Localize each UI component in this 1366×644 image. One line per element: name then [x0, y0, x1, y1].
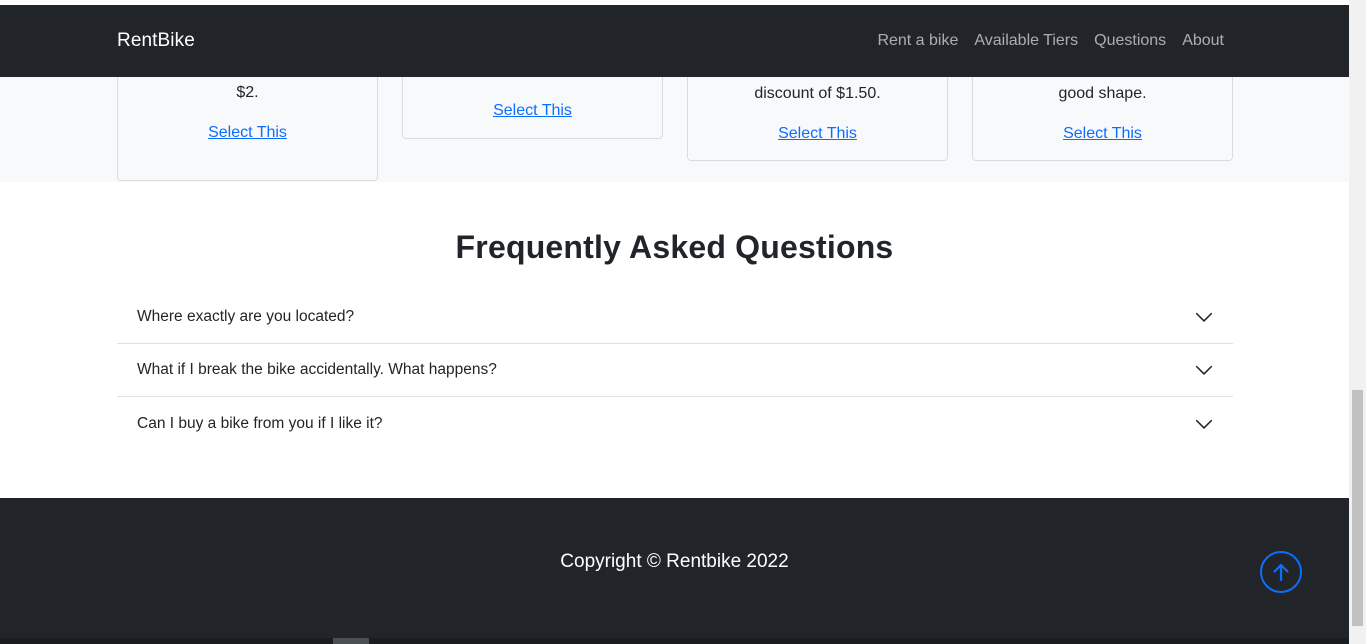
vertical-scrollbar-thumb[interactable]: [1352, 390, 1363, 626]
select-tier-link[interactable]: Select This: [778, 122, 857, 146]
horizontal-scrollbar[interactable]: [0, 638, 1349, 644]
nav-link-rent-a-bike[interactable]: Rent a bike: [877, 32, 958, 50]
nav-links: Rent a bike Available Tiers Questions Ab…: [877, 32, 1224, 50]
select-tier-link[interactable]: Select This: [1063, 122, 1142, 146]
select-tier-link[interactable]: Select This: [493, 99, 572, 123]
nav-link-questions[interactable]: Questions: [1094, 32, 1166, 50]
vertical-scrollbar[interactable]: [1349, 0, 1366, 644]
navbar: RentBike Rent a bike Available Tiers Que…: [0, 5, 1349, 77]
tiers-section: hours and you get a discount of $2. Sele…: [0, 57, 1349, 182]
tier-card-text: $2.: [236, 84, 259, 101]
tier-card-text: good shape.: [1058, 85, 1147, 102]
footer: Copyright © Rentbike 2022: [0, 498, 1349, 644]
tier-card-text: discount of $1.50.: [754, 85, 881, 102]
chevron-down-icon: [1195, 419, 1213, 429]
chevron-down-icon: [1195, 312, 1213, 322]
faq-title: Frequently Asked Questions: [455, 229, 894, 265]
faq-accordion: Where exactly are you located? What if I…: [117, 291, 1233, 450]
faq-question: Can I buy a bike from you if I like it?: [137, 414, 383, 432]
nav-link-available-tiers[interactable]: Available Tiers: [974, 32, 1078, 50]
copyright-text: Copyright © Rentbike 2022: [560, 551, 789, 572]
scroll-to-top-button[interactable]: [1260, 551, 1302, 593]
arrow-up-circle-icon: [1273, 563, 1289, 582]
page-viewport: hours and you get a discount of $2. Sele…: [0, 0, 1349, 644]
select-tier-link[interactable]: Select This: [208, 121, 287, 145]
faq-item[interactable]: Can I buy a bike from you if I like it?: [117, 397, 1233, 450]
faq-item[interactable]: Where exactly are you located?: [117, 291, 1233, 344]
faq-question: Where exactly are you located?: [137, 308, 355, 325]
faq-question: What if I break the bike accidentally. W…: [137, 361, 497, 378]
horizontal-scrollbar-thumb[interactable]: [333, 638, 369, 644]
faq-item[interactable]: What if I break the bike accidentally. W…: [117, 344, 1233, 397]
nav-link-about[interactable]: About: [1182, 32, 1224, 50]
chevron-down-icon: [1195, 365, 1213, 375]
brand-logo[interactable]: RentBike: [117, 30, 195, 52]
